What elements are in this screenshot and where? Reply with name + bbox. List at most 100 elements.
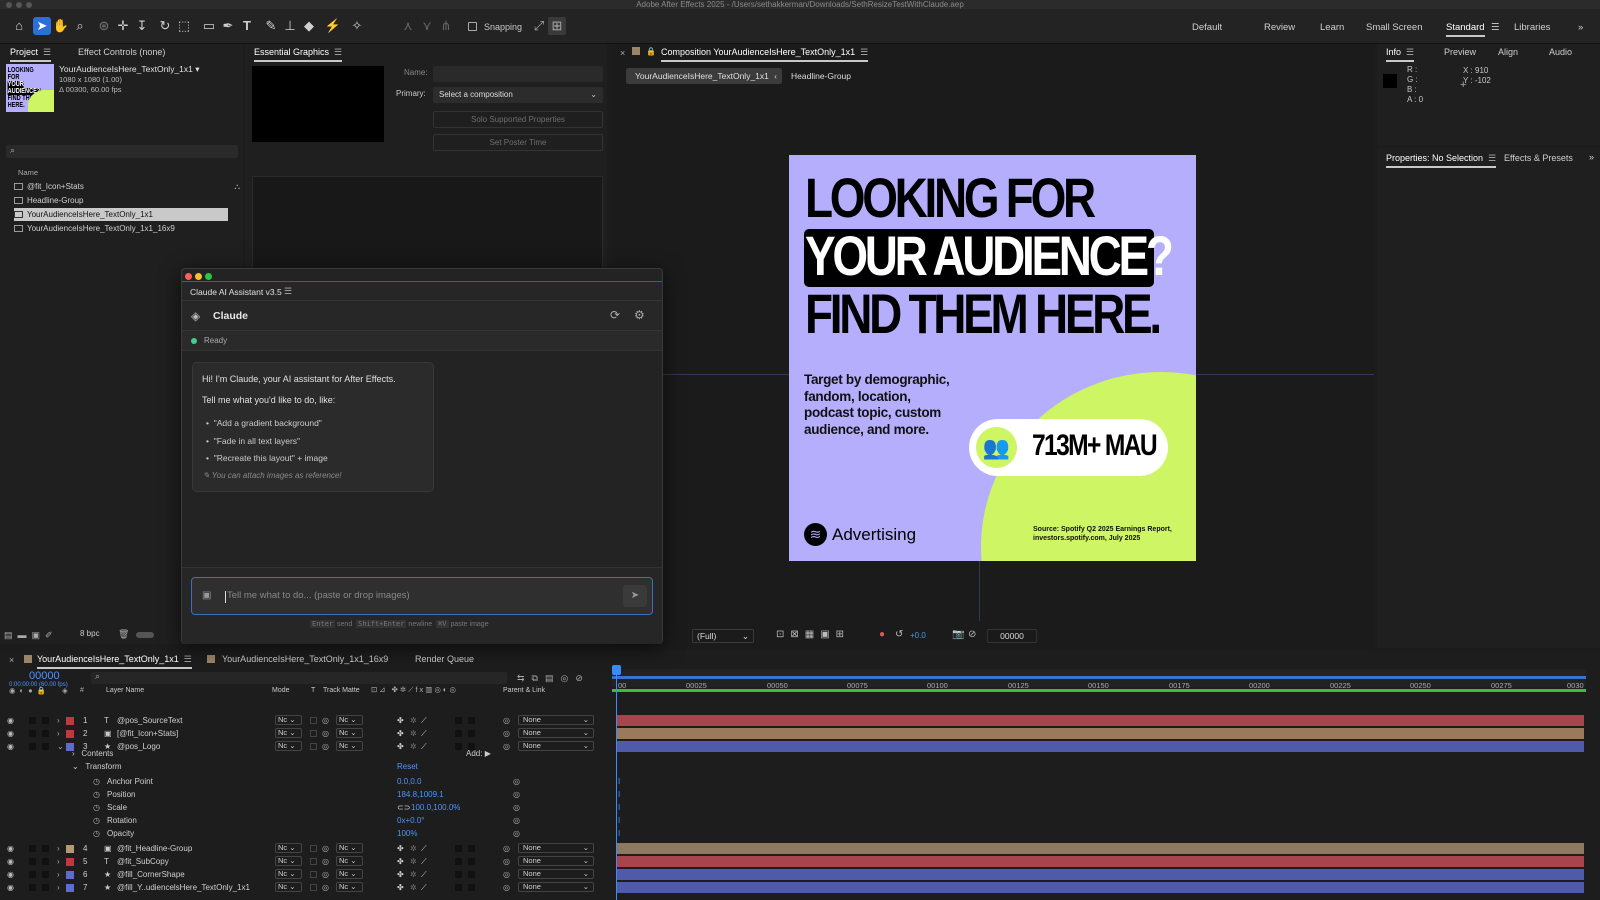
- motion-blur-switch[interactable]: [455, 871, 462, 878]
- panel-menu-icon[interactable]: ☰: [43, 47, 51, 57]
- layer-name[interactable]: @fill_CornerShape: [117, 868, 185, 881]
- track-matte-pickwhip-icon[interactable]: ◎: [322, 881, 329, 894]
- project-item[interactable]: YourAudienceIsHere_TextOnly_1x1_16x9: [14, 222, 175, 235]
- snap-edges-icon[interactable]: ⤢: [530, 17, 548, 35]
- transform-group[interactable]: ⌄ Transform: [72, 762, 122, 771]
- preserve-transparency-toggle[interactable]: [310, 884, 317, 891]
- visibility-eye-icon[interactable]: ◉: [7, 842, 14, 855]
- label-color-swatch[interactable]: [66, 730, 74, 738]
- playhead-handle[interactable]: [612, 665, 621, 675]
- rotation-tool-icon[interactable]: ↻: [156, 17, 174, 35]
- parent-pickwhip-icon[interactable]: ◎: [503, 881, 510, 894]
- bpc-button[interactable]: 8 bpc: [80, 629, 100, 638]
- property-value[interactable]: 0.0,0.0: [397, 775, 421, 788]
- timeline-switch-icons[interactable]: ⇆⧉▤◎⊘: [517, 673, 590, 684]
- quality-switch-icon[interactable]: ⟋: [421, 842, 427, 855]
- snapping-checkbox[interactable]: [468, 22, 477, 31]
- stopwatch-icon[interactable]: ◷: [93, 801, 100, 814]
- col-name-header[interactable]: Name: [18, 168, 38, 177]
- timeline-tab-16x9[interactable]: YourAudienceIsHere_TextOnly_1x1_16x9: [222, 654, 388, 664]
- workspace-small-screen[interactable]: Small Screen: [1366, 22, 1423, 33]
- home-icon[interactable]: ⌂: [10, 17, 28, 35]
- solo-toggle[interactable]: [29, 858, 36, 865]
- track-matte-select[interactable]: Nc ⌄: [336, 728, 363, 738]
- lock-toggle[interactable]: [42, 871, 49, 878]
- stopwatch-icon[interactable]: ◷: [93, 788, 100, 801]
- property-value[interactable]: 184.8,1009.1: [397, 788, 444, 801]
- properties-drop-area[interactable]: [252, 176, 603, 270]
- project-item[interactable]: Headline-Group: [14, 194, 83, 207]
- project-item[interactable]: @fit_Icon+Stats ⛬: [14, 180, 240, 193]
- parent-pickwhip-icon[interactable]: ◎: [503, 868, 510, 881]
- project-item-selected[interactable]: YourAudienceIsHere_TextOnly_1x1: [14, 208, 228, 221]
- rectangle-tool-icon[interactable]: ▭: [200, 17, 218, 35]
- track-matte-pickwhip-icon[interactable]: ◎: [322, 855, 329, 868]
- panel-menu-icon[interactable]: ☰: [334, 47, 342, 57]
- parent-select[interactable]: None ⌄: [518, 728, 594, 738]
- lock-toggle[interactable]: [42, 845, 49, 852]
- label-color-swatch[interactable]: [66, 717, 74, 725]
- parent-pickwhip-icon[interactable]: ◎: [503, 842, 510, 855]
- panel-menu-icon[interactable]: ☰: [860, 47, 868, 57]
- preserve-transparency-toggle[interactable]: [310, 730, 317, 737]
- shy-switch-icon[interactable]: ✤: [397, 740, 404, 753]
- type-tool-icon[interactable]: T: [238, 17, 256, 35]
- track-matte-pickwhip-icon[interactable]: ◎: [322, 740, 329, 753]
- snapshot-camera-icon[interactable]: 📷: [952, 629, 964, 640]
- parent-pickwhip-icon[interactable]: ◎: [503, 727, 510, 740]
- snap-features-icon[interactable]: ⊞: [548, 17, 566, 35]
- lock-toggle[interactable]: [42, 717, 49, 724]
- stopwatch-icon[interactable]: ◷: [93, 827, 100, 840]
- collapse-switch-icon[interactable]: ✲: [410, 881, 417, 894]
- layer-duration-bar[interactable]: [617, 856, 1584, 867]
- visibility-eye-icon[interactable]: ◉: [7, 881, 14, 894]
- pan-camera-icon[interactable]: ✛: [114, 17, 132, 35]
- label-color-swatch[interactable]: [66, 871, 74, 879]
- parent-pickwhip-icon[interactable]: ◎: [503, 714, 510, 727]
- expression-pickwhip-icon[interactable]: ◎: [513, 775, 520, 788]
- solo-toggle[interactable]: [29, 730, 36, 737]
- project-search-input[interactable]: ⌕: [6, 145, 238, 158]
- axis-view-icon[interactable]: ⋔: [437, 17, 455, 35]
- transform-property-row[interactable]: ◷ Opacity 100% ◎ I: [0, 827, 620, 840]
- transform-property-row[interactable]: ◷ Anchor Point 0.0,0.0 ◎ I: [0, 775, 620, 788]
- collapse-switch-icon[interactable]: ✲: [410, 727, 417, 740]
- collapse-switch-icon[interactable]: ✲: [410, 842, 417, 855]
- shy-switch-icon[interactable]: ✤: [397, 714, 404, 727]
- tab-essential-graphics[interactable]: Essential Graphics ☰: [254, 47, 343, 62]
- settings-gear-icon[interactable]: ⚙: [634, 308, 645, 322]
- constrain-proportions-icon[interactable]: ⊂⊃: [397, 801, 410, 814]
- collapse-switch-icon[interactable]: ✲: [410, 740, 417, 753]
- layer-name[interactable]: @fit_SubCopy: [117, 855, 169, 868]
- workspace-libraries[interactable]: Libraries: [1514, 22, 1550, 33]
- solo-toggle[interactable]: [29, 743, 36, 750]
- timeline-timecode[interactable]: 00000: [29, 670, 60, 682]
- label-color-swatch[interactable]: [66, 845, 74, 853]
- pan-behind-tool-icon[interactable]: ⬚: [175, 17, 193, 35]
- solo-toggle[interactable]: [29, 845, 36, 852]
- name-field[interactable]: [433, 66, 603, 82]
- panel-menu-icon[interactable]: ☰: [1406, 47, 1414, 57]
- preserve-transparency-toggle[interactable]: [310, 871, 317, 878]
- close-icon[interactable]: ×: [620, 48, 625, 58]
- lock-toggle[interactable]: [42, 884, 49, 891]
- puppet-tool-icon[interactable]: ✧: [348, 17, 366, 35]
- track-matte-pickwhip-icon[interactable]: ◎: [322, 868, 329, 881]
- layer-name-header[interactable]: Layer Name: [106, 687, 144, 694]
- project-footer-icons[interactable]: ▤▬▣✐: [4, 630, 58, 641]
- parent-select[interactable]: None ⌄: [518, 843, 594, 853]
- image-attach-icon[interactable]: ▣: [202, 590, 211, 601]
- chevron-right-icon[interactable]: ›: [57, 855, 60, 868]
- quality-switch-icon[interactable]: ⟋: [421, 881, 427, 894]
- collapse-switch-icon[interactable]: ✲: [410, 714, 417, 727]
- lock-toggle[interactable]: [42, 858, 49, 865]
- motion-blur-switch[interactable]: [455, 717, 462, 724]
- current-time-field[interactable]: 00000: [987, 629, 1037, 643]
- resolution-select[interactable]: (Full) ⌄: [692, 629, 754, 643]
- collapse-switch-icon[interactable]: ✲: [410, 868, 417, 881]
- primary-select[interactable]: Select a composition ⌄: [433, 87, 603, 103]
- minimize-window-button[interactable]: [195, 273, 202, 280]
- work-area-bar[interactable]: [612, 676, 1586, 679]
- mode-select[interactable]: Nc ⌄: [275, 728, 302, 738]
- panel-menu-icon[interactable]: ☰: [1488, 153, 1496, 163]
